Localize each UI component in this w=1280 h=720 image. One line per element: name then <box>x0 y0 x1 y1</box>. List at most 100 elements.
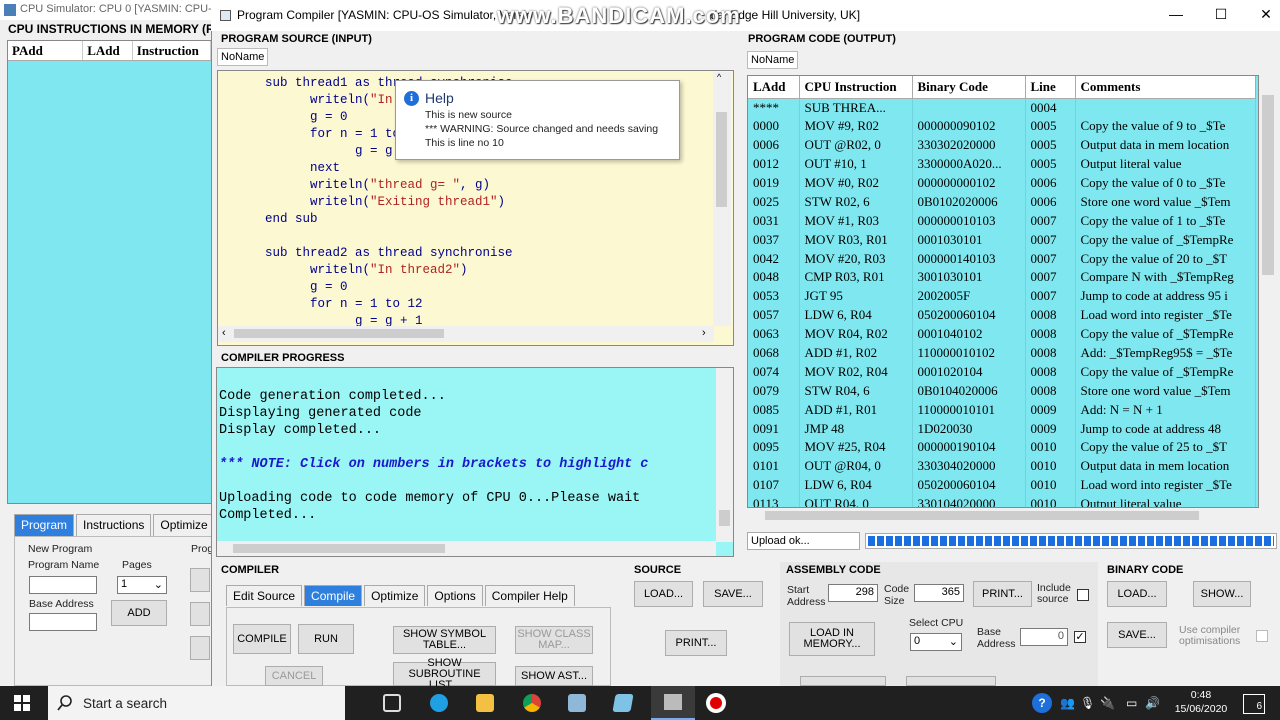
column-header[interactable]: Comments <box>1075 76 1256 99</box>
tab-options[interactable]: Options <box>427 585 483 606</box>
help-icon[interactable]: ? <box>1032 693 1052 713</box>
scroll-thumb[interactable] <box>716 112 727 207</box>
table-row[interactable]: 0085 ADD #1, R01 110000010101 0009 Add: N = … <box>748 400 1256 420</box>
asm-base-address-input[interactable]: 0 <box>1020 628 1068 646</box>
tab-edit-source[interactable]: Edit Source <box>226 585 303 606</box>
add-button[interactable]: ADD <box>111 600 167 626</box>
show-subroutine-list-button[interactable]: SHOW SUBROUTINE LIST... <box>393 657 496 690</box>
assembly-extra-button-2[interactable] <box>906 676 996 686</box>
column-header[interactable]: Line <box>1025 76 1076 99</box>
load-in-memory-button[interactable]: LOAD IN MEMORY... <box>789 622 875 656</box>
binary-show-button[interactable]: SHOW... <box>1193 581 1251 607</box>
output-horizontal-scrollbar[interactable] <box>747 508 1259 524</box>
active-taskbar-app[interactable] <box>651 686 695 720</box>
binary-load-button[interactable]: LOAD... <box>1107 581 1167 607</box>
program-code-table[interactable]: LAdd CPU Instruction Binary Code Line Commen… <box>747 75 1259 508</box>
network-app-icon[interactable] <box>568 694 586 712</box>
table-row[interactable]: 0037 MOV R03, R01 0001030101 0007 Copy the v… <box>748 230 1256 250</box>
scroll-thumb[interactable] <box>765 511 1199 520</box>
source-load-button[interactable]: LOAD... <box>634 581 693 607</box>
run-button[interactable]: RUN <box>298 624 354 654</box>
network-icon[interactable]: ▭ <box>1126 696 1137 710</box>
col-padd[interactable]: PAdd <box>8 41 84 60</box>
table-row[interactable]: 0057 LDW 6, R04 050200060104 0008 Load word … <box>748 305 1256 325</box>
bg-side-button-3[interactable] <box>190 636 210 660</box>
table-row[interactable]: 0012 OUT #10, 1 3300000A020... 0005 Output l… <box>748 154 1256 174</box>
column-header[interactable]: CPU Instruction <box>799 76 913 99</box>
volume-icon[interactable]: 🔊 <box>1145 696 1160 710</box>
file-explorer-icon[interactable] <box>476 694 494 712</box>
output-vertical-scrollbar[interactable] <box>1259 75 1277 508</box>
scroll-thumb[interactable] <box>233 544 445 553</box>
program-name-input[interactable] <box>29 576 97 594</box>
table-row[interactable]: 0113 OUT R04, 0 330104020000 0010 Output lit… <box>748 494 1256 507</box>
maximize-button[interactable]: ☐ <box>1211 6 1231 26</box>
scroll-thumb[interactable] <box>719 510 730 526</box>
edge-browser-icon[interactable] <box>430 694 448 712</box>
compiler-progress-box[interactable]: Code generation completed... Displaying g… <box>216 367 734 557</box>
table-row[interactable]: 0068 ADD #1, R02 110000010102 0008 Add: _$Te… <box>748 343 1256 363</box>
progress-horizontal-scrollbar[interactable] <box>217 541 716 556</box>
compile-button[interactable]: COMPILE <box>233 624 291 654</box>
table-row[interactable]: **** SUB THREA... 0004 <box>748 98 1256 117</box>
tab-instructions[interactable]: Instructions <box>76 514 152 536</box>
table-row[interactable]: 0053 JGT 95 2002005F 0007 Jump to code at ad… <box>748 286 1256 306</box>
table-row[interactable]: 0006 OUT @R02, 0 330302020000 0005 Output da… <box>748 135 1256 155</box>
chrome-icon[interactable] <box>523 694 541 712</box>
simulator-app-icon[interactable] <box>612 694 634 712</box>
scroll-thumb[interactable] <box>234 329 444 338</box>
bg-side-button-2[interactable] <box>190 602 210 626</box>
start-address-input[interactable]: 298 <box>828 584 878 602</box>
base-address-checkbox[interactable]: ✓ <box>1074 631 1086 643</box>
table-row[interactable]: 0063 MOV R04, R02 0001040102 0008 Copy the v… <box>748 324 1256 344</box>
microphone-icon[interactable]: 🎙 <box>1080 696 1095 710</box>
show-ast-button[interactable]: SHOW AST... <box>515 666 593 686</box>
progress-vertical-scrollbar[interactable] <box>716 368 733 542</box>
col-instruction[interactable]: Instruction <box>133 41 212 60</box>
table-row[interactable]: 0107 LDW 6, R04 050200060104 0010 Load word … <box>748 475 1256 495</box>
code-size-input[interactable]: 365 <box>914 584 964 602</box>
show-class-map-button[interactable]: SHOW CLASS MAP... <box>515 626 593 654</box>
table-row[interactable]: 0042 MOV #20, R03 000000140103 0007 Copy the… <box>748 249 1256 269</box>
task-view-icon[interactable] <box>383 694 401 712</box>
minimize-button[interactable]: — <box>1166 6 1186 26</box>
table-row[interactable]: 0000 MOV #9, R02 000000090102 0005 Copy the … <box>748 116 1256 136</box>
background-window-title[interactable]: CPU Simulator: CPU 0 [YASMIN: CPU-OS S <box>0 0 212 20</box>
table-row[interactable]: 0095 MOV #25, R04 000000190104 0010 Copy the… <box>748 438 1256 457</box>
use-compiler-optimisations-checkbox[interactable] <box>1256 630 1268 642</box>
include-source-checkbox[interactable] <box>1077 589 1089 601</box>
scroll-left-icon[interactable]: ‹ <box>222 327 226 339</box>
base-address-input[interactable] <box>29 613 97 631</box>
source-horizontal-scrollbar[interactable]: ‹ › <box>218 326 714 342</box>
output-tab-noname[interactable]: NoName <box>747 51 799 69</box>
source-save-button[interactable]: SAVE... <box>703 581 763 607</box>
table-row[interactable]: 0031 MOV #1, R03 000000010103 0007 Copy the … <box>748 211 1256 231</box>
column-header[interactable]: LAdd <box>748 76 800 99</box>
col-ladd[interactable]: LAdd <box>83 41 133 60</box>
cpu-instructions-table[interactable]: PAdd LAdd Instruction <box>7 40 212 504</box>
select-cpu-dropdown[interactable]: 0 ⌄ <box>910 633 962 651</box>
notifications-icon[interactable]: 6 <box>1243 694 1265 714</box>
table-row[interactable]: 0025 STW R02, 6 0B0102020006 0006 Store one … <box>748 192 1256 212</box>
table-row[interactable]: 0048 CMP R03, R01 3001030101 0007 Compare N … <box>748 268 1256 287</box>
close-button[interactable]: ✕ <box>1256 6 1276 26</box>
windows-start-icon[interactable] <box>14 695 30 711</box>
assembly-extra-button-1[interactable] <box>800 676 886 686</box>
bg-side-button-1[interactable] <box>190 568 210 592</box>
tab-compile[interactable]: Compile <box>304 585 363 606</box>
people-icon[interactable]: 👥 <box>1060 696 1075 710</box>
scroll-thumb[interactable] <box>1262 95 1274 275</box>
power-icon[interactable]: 🔌 <box>1100 696 1115 710</box>
tab-compiler-help[interactable]: Compiler Help <box>484 585 575 606</box>
column-header[interactable]: Binary Code <box>912 76 1026 99</box>
table-row[interactable]: 0074 MOV R02, R04 0001020104 0008 Copy the v… <box>748 362 1256 382</box>
record-icon[interactable] <box>706 693 726 713</box>
table-row[interactable]: 0091 JMP 48 1D020030 0009 Jump to code at ad… <box>748 419 1256 439</box>
source-print-button[interactable]: PRINT... <box>665 630 727 656</box>
source-tab-noname[interactable]: NoName <box>217 48 269 66</box>
tab-optimize[interactable]: Optimize <box>364 585 426 606</box>
table-row[interactable]: 0101 OUT @R04, 0 330304020000 0010 Output da… <box>748 456 1256 476</box>
taskbar-clock[interactable]: 0:48 15/06/2020 <box>1174 688 1228 716</box>
binary-save-button[interactable]: SAVE... <box>1107 622 1167 648</box>
scroll-up-icon[interactable]: ^ <box>717 72 721 82</box>
